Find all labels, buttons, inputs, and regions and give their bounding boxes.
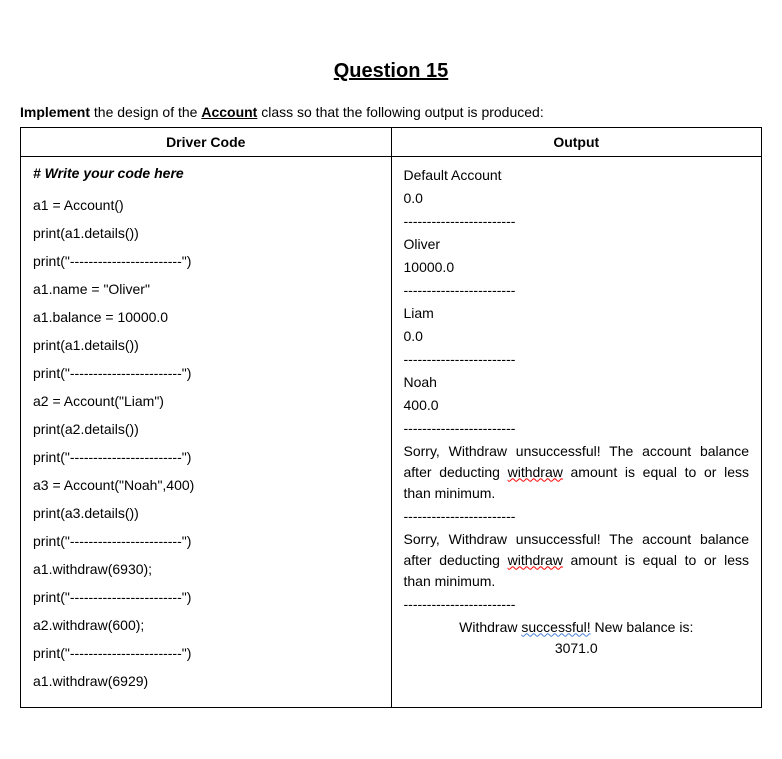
code-line: print(a2.details()) bbox=[33, 419, 379, 440]
code-line: a2.withdraw(600); bbox=[33, 615, 379, 636]
succ-value: 3071.0 bbox=[555, 640, 598, 656]
output-separator: ------------------------ bbox=[404, 280, 750, 301]
instruction-bold1: Implement bbox=[20, 104, 90, 120]
output-success-message: Withdraw successful! New balance is: 307… bbox=[404, 617, 750, 659]
code-line: print("------------------------") bbox=[33, 587, 379, 608]
output-line: Oliver bbox=[404, 234, 750, 255]
code-line: print("------------------------") bbox=[33, 447, 379, 468]
output-line: Liam bbox=[404, 303, 750, 324]
instruction-classname: Account bbox=[201, 104, 257, 120]
code-line: print(a1.details()) bbox=[33, 223, 379, 244]
output-cell: Default Account 0.0 --------------------… bbox=[391, 156, 762, 707]
code-line: a2 = Account("Liam") bbox=[33, 391, 379, 412]
output-line: 0.0 bbox=[404, 326, 750, 347]
code-line: print("------------------------") bbox=[33, 251, 379, 272]
output-line: 0.0 bbox=[404, 188, 750, 209]
output-separator: ------------------------ bbox=[404, 506, 750, 527]
code-output-table: Driver Code Output # Write your code her… bbox=[20, 127, 762, 708]
output-line: Noah bbox=[404, 372, 750, 393]
code-line: a1.name = "Oliver" bbox=[33, 279, 379, 300]
output-line: Default Account bbox=[404, 165, 750, 186]
header-output: Output bbox=[391, 127, 762, 156]
output-separator: ------------------------ bbox=[404, 211, 750, 232]
succ-text2: New balance is: bbox=[591, 619, 694, 635]
code-line: a3 = Account("Noah",400) bbox=[33, 475, 379, 496]
output-error-message: Sorry, Withdraw unsuccessful! The accoun… bbox=[404, 529, 750, 592]
output-separator: ------------------------ bbox=[404, 594, 750, 615]
instruction-text: Implement the design of the Account clas… bbox=[20, 103, 762, 123]
output-error-message: Sorry, Withdraw unsuccessful! The accoun… bbox=[404, 441, 750, 504]
err-withdraw-word: withdraw bbox=[508, 464, 563, 480]
output-separator: ------------------------ bbox=[404, 418, 750, 439]
header-driver: Driver Code bbox=[21, 127, 392, 156]
succ-word: successful! bbox=[521, 619, 590, 635]
output-line: 10000.0 bbox=[404, 257, 750, 278]
code-line: a1.withdraw(6930); bbox=[33, 559, 379, 580]
output-line: 400.0 bbox=[404, 395, 750, 416]
code-line: a1.balance = 10000.0 bbox=[33, 307, 379, 328]
code-line: print("------------------------") bbox=[33, 363, 379, 384]
code-comment: # Write your code here bbox=[33, 165, 379, 181]
code-line: print(a1.details()) bbox=[33, 335, 379, 356]
code-line: a1.withdraw(6929) bbox=[33, 671, 379, 692]
code-line: print(a3.details()) bbox=[33, 503, 379, 524]
err-withdraw-word: withdraw bbox=[508, 552, 563, 568]
succ-text1: Withdraw bbox=[459, 619, 521, 635]
output-separator: ------------------------ bbox=[404, 349, 750, 370]
code-line: a1 = Account() bbox=[33, 195, 379, 216]
driver-code-cell: # Write your code here a1 = Account() pr… bbox=[21, 156, 392, 707]
code-line: print("------------------------") bbox=[33, 531, 379, 552]
instruction-plain2: class so that the following output is pr… bbox=[257, 104, 543, 120]
instruction-plain1: the design of the bbox=[90, 104, 201, 120]
code-line: print("------------------------") bbox=[33, 643, 379, 664]
question-title: Question 15 bbox=[20, 60, 762, 83]
